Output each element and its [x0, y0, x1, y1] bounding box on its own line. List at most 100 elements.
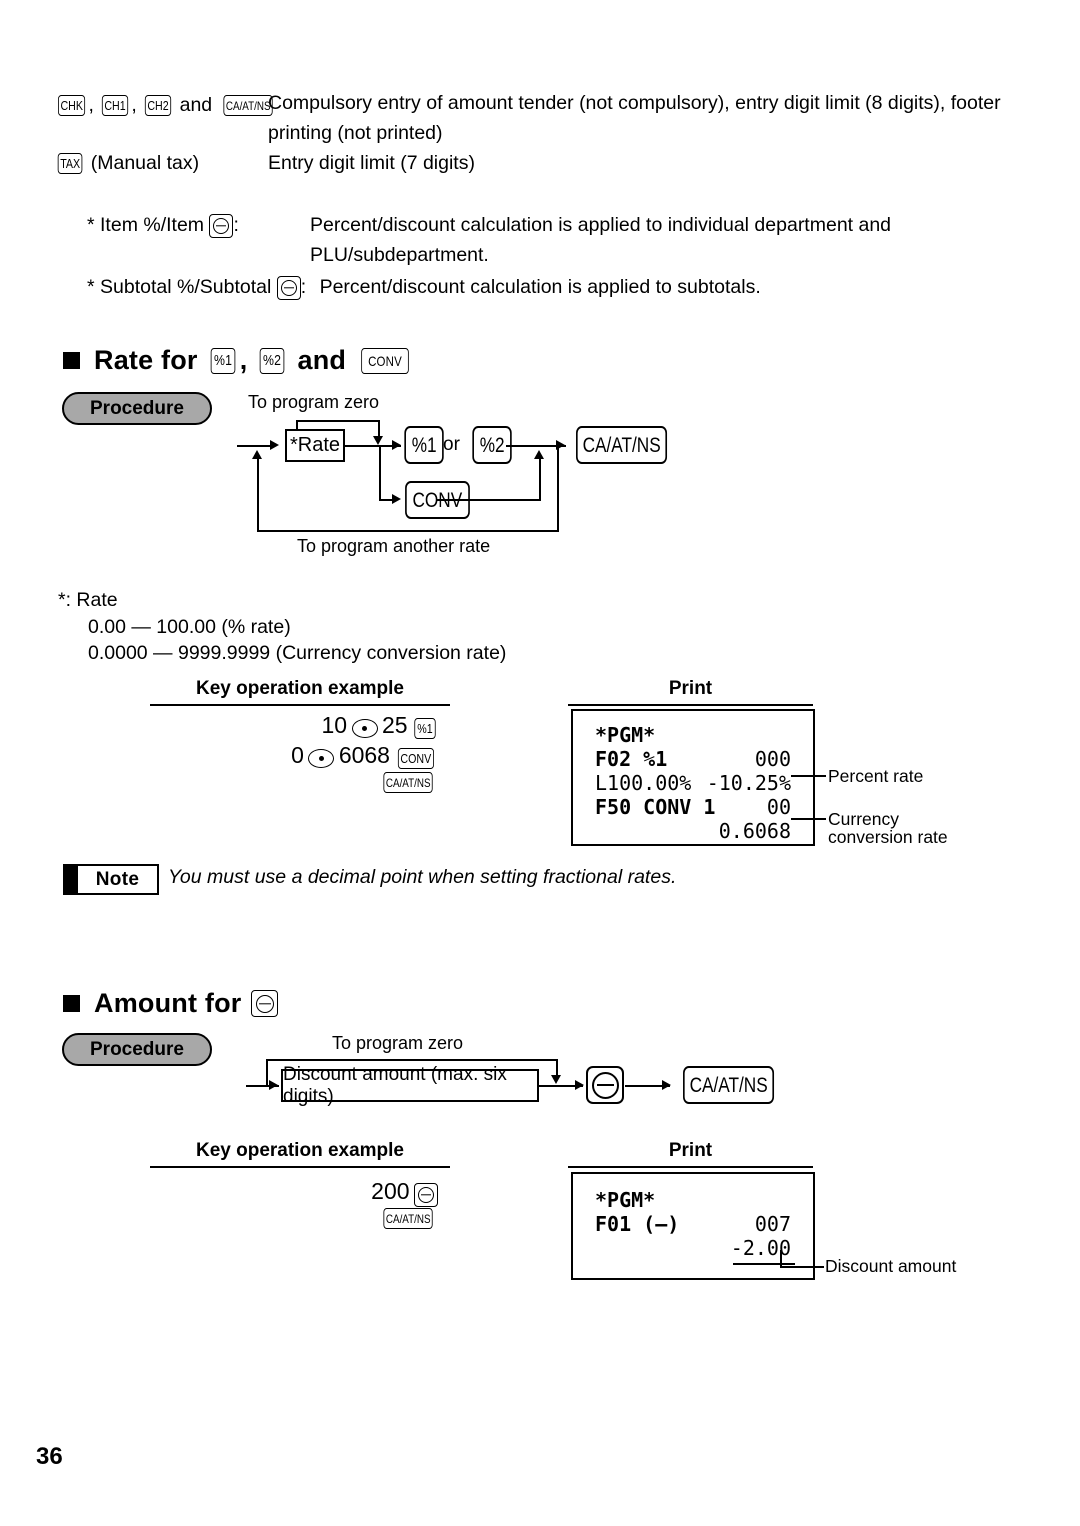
note-text: You must use a decimal point when settin…	[168, 866, 677, 888]
receipt-line-3-left: F50 CONV 1	[595, 795, 716, 819]
receipt-line-2-right: -10.25%	[706, 771, 791, 795]
receipt2-line-1-right: 007	[754, 1212, 791, 1236]
flow-line-bypass-top-h	[296, 420, 380, 422]
spec-note-subtotal-label: * Subtotal %/Subtotal : Percent/discount…	[87, 272, 761, 302]
flow-arrow-loopback-up	[252, 450, 262, 459]
flow-line-to-conv	[379, 499, 397, 501]
procedure-badge-amount-label: Procedure	[90, 1038, 184, 1060]
flow-arrow-to-finalize	[556, 440, 565, 450]
flow2-arrow-to-finalize	[662, 1080, 671, 1090]
square-bullet-icon	[63, 352, 80, 369]
key-op-num-10: 10	[321, 712, 348, 738]
flow-key-pct2: %2	[472, 426, 513, 464]
key-ch1: CH1	[102, 95, 129, 117]
flow-line-conv-out	[437, 499, 541, 501]
flow-arrow-to-pct1	[392, 440, 401, 450]
manual-tax-label: (Manual tax)	[90, 152, 200, 174]
asterisk-marker-1: *	[87, 214, 95, 236]
spec-row-channels: CHK, CH1, CH2 and CA/AT/NS Compulsory en…	[55, 90, 1040, 152]
flow2-box-discount: Discount amount (max. six digits)	[281, 1064, 539, 1107]
spec-row-channels-desc-2: printing (not printed)	[268, 122, 443, 144]
flow2-key-minus-wrap	[586, 1066, 624, 1104]
receipt-rate: *PGM* F02 %1 000 L100.00% -10.25% F50 CO…	[571, 709, 815, 846]
receipt-amount: *PGM* F01 (—) 007 -2.00	[571, 1172, 815, 1280]
conjunction-and: and	[179, 94, 213, 116]
minus-circle-icon	[251, 990, 279, 1017]
colon-1: :	[233, 214, 239, 236]
receipt-line-4-right: 0.6068	[718, 819, 791, 843]
rate-spec-line2: 0.0000 — 9999.9999 (Currency conversion …	[88, 642, 507, 664]
print-header-rate: Print	[568, 678, 813, 706]
key-operation-block-rate: Key operation example	[150, 678, 450, 706]
key-op-key-pct1: %1	[414, 718, 436, 740]
key-op-amount-finalize: CA/AT/NS	[382, 1208, 433, 1229]
page-number: 36	[36, 1443, 63, 1470]
square-bullet-icon	[63, 995, 80, 1012]
section-heading-amount: Amount for	[63, 988, 279, 1019]
flow-label-program-zero: To program zero	[248, 392, 380, 412]
flow-key-finalize: CA/AT/NS	[576, 426, 668, 464]
key-operation-header-rate: Key operation example	[150, 678, 450, 706]
flow-key-conv-wrap: CONV	[398, 481, 477, 519]
flow-arrow-entry	[270, 440, 279, 450]
flow-arrow-conv-merge-up	[534, 450, 544, 459]
flow2-line-entry	[246, 1085, 279, 1087]
section-heading-rate: Rate for %1 , %2 and CONV	[63, 345, 414, 376]
annot-leader-currency-rate	[791, 818, 826, 820]
minus-circle-icon	[586, 1066, 624, 1104]
top-spec-block: CHK, CH1, CH2 and CA/AT/NS Compulsory en…	[55, 90, 1040, 306]
key-pct2-heading: %2	[260, 347, 285, 374]
flow-key-conv: CONV	[405, 481, 470, 519]
key-operation-block-amount: Key operation example	[150, 1140, 450, 1168]
flow-line-pct2-out	[506, 445, 566, 447]
flow2-arrow-bypass-down	[551, 1075, 561, 1084]
print-block-rate: Print	[568, 678, 813, 706]
procedure-badge-rate-label: Procedure	[90, 397, 184, 419]
key-op-num-0: 0	[291, 742, 304, 768]
spec-row-channels-keys: CHK, CH1, CH2 and CA/AT/NS	[55, 90, 278, 120]
key-tax: TAX	[57, 153, 83, 175]
flow-line-branch-down	[379, 445, 381, 500]
print-header-amount: Print	[568, 1140, 813, 1168]
key-operation-row-3: CA/AT/NS	[150, 772, 450, 802]
spec-row-tax: TAX (Manual tax) Entry digit limit (7 di…	[55, 152, 1040, 188]
minus-circle-icon	[276, 275, 301, 300]
key-operation-rows-rate: 10 25 %1 0 6068 CONV CA/AT/NS	[150, 712, 450, 802]
flow-box-rate: *Rate	[285, 429, 345, 462]
flow-line-after-rate	[345, 445, 401, 447]
key-pct1-heading: %1	[210, 347, 236, 374]
spec-note-subtotal-text: Percent/discount calculation is applied …	[319, 276, 761, 298]
flow-key-pct1-wrap: %1	[400, 426, 448, 464]
spec-row-tax-desc: Entry digit limit (7 digits)	[268, 152, 475, 174]
spec-note-item-text-2: PLU/subdepartment.	[310, 244, 489, 266]
receipt-line-1-right: 000	[754, 747, 791, 771]
flow-box-rate-label: *Rate	[289, 434, 341, 456]
note-badge-bar	[65, 866, 78, 893]
annot-currency-rate-line2: conversion rate	[828, 827, 948, 847]
key-operation-row-1: 10 25 %1	[150, 712, 450, 742]
spec-note-subtotal: * Subtotal %/Subtotal : Percent/discount…	[55, 272, 1040, 306]
flow2-key-finalize-wrap: CA/AT/NS	[673, 1066, 784, 1104]
flow-label-or: or	[443, 434, 460, 455]
flow2-line-to-minus	[539, 1085, 583, 1087]
flow-key-pct2-wrap: %2	[468, 426, 516, 464]
item-pct-label: Item %/Item	[100, 214, 205, 236]
asterisk-marker-2: *	[87, 276, 95, 298]
key-op-num-200: 200	[371, 1178, 410, 1204]
colon-2: :	[300, 276, 307, 298]
receipt-line-3-right: 00	[766, 795, 791, 819]
subtotal-pct-label: Subtotal %/Subtotal	[100, 276, 272, 298]
flow2-key-finalize: CA/AT/NS	[683, 1066, 775, 1104]
flow-line-bypass-right-v	[378, 420, 380, 438]
flow2-label-program-zero: To program zero	[332, 1033, 464, 1053]
flow-line-entry	[237, 445, 271, 447]
print-block-amount: Print	[568, 1140, 813, 1168]
key-operation-row-2: 0 6068 CONV	[150, 742, 450, 772]
flow-line-conv-up	[539, 458, 541, 500]
key-operation-row-amount-2: CA/AT/NS	[150, 1208, 450, 1238]
receipt-line-1-left: F02 %1	[595, 747, 668, 771]
section-heading-amount-text: Amount for	[94, 988, 242, 1018]
flow2-box-discount-label: Discount amount (max. six digits)	[283, 1063, 507, 1107]
key-op-key-conv: CONV	[398, 748, 435, 770]
rate-spec-title: *: Rate	[58, 589, 118, 611]
